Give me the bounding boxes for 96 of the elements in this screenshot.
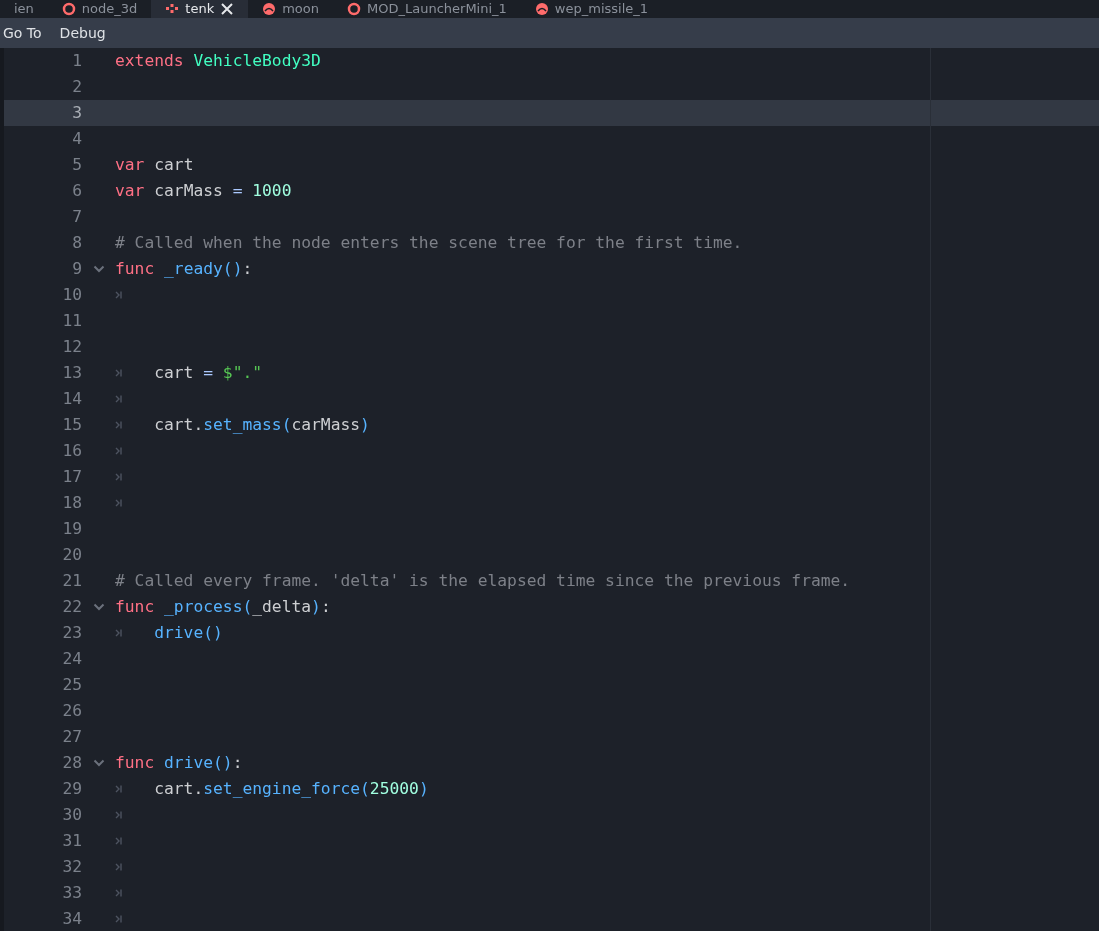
code-token: cart xyxy=(153,153,194,176)
line-number: 3 xyxy=(71,101,82,124)
line-number: 24 xyxy=(61,647,82,670)
code-token: : xyxy=(232,751,243,774)
line-number: 31 xyxy=(61,829,82,852)
code-token: VehicleBody3D xyxy=(192,49,321,72)
code-token: cart. xyxy=(154,413,204,436)
code-token: func xyxy=(115,751,155,774)
line-number: 10 xyxy=(61,283,82,306)
code-token: carMass xyxy=(153,179,223,202)
line-number: 2 xyxy=(71,75,82,98)
code-token: func xyxy=(115,595,155,618)
code-token: var xyxy=(115,179,145,202)
code-token: carMass xyxy=(291,413,361,436)
tab-indent-icon xyxy=(115,290,125,300)
tab-indent-icon xyxy=(115,394,125,404)
code-token: # Called when the node enters the scene tree for the first time. xyxy=(115,231,743,254)
tab-indent-icon xyxy=(115,472,125,482)
code-token: $"." xyxy=(221,361,263,384)
line-number: 7 xyxy=(71,205,82,228)
tab-indent-icon xyxy=(115,446,125,456)
code-token: : xyxy=(242,257,253,280)
editor-tab[interactable]: tenk xyxy=(151,0,249,18)
line-number: 8 xyxy=(71,231,82,254)
code-token: func xyxy=(115,257,155,280)
line-number: 25 xyxy=(61,673,82,696)
line-number: 15 xyxy=(61,413,82,436)
editor-tab[interactable]: node_3d xyxy=(47,0,152,18)
line-number: 14 xyxy=(61,387,82,410)
line-number: 21 xyxy=(61,569,82,592)
line-number: 4 xyxy=(71,127,82,150)
tab-indent-icon xyxy=(115,914,125,924)
code-token: () xyxy=(213,751,233,774)
tab-indent-icon xyxy=(115,498,125,508)
line-number: 1 xyxy=(71,49,82,72)
code-token: = xyxy=(231,179,243,202)
line-number: 20 xyxy=(61,543,82,566)
line-number: 23 xyxy=(61,621,82,644)
menu-item[interactable]: Go To xyxy=(0,22,51,44)
code-token: var xyxy=(115,153,145,176)
tab-indent-icon xyxy=(115,836,125,846)
editor-tab[interactable]: ien xyxy=(0,0,48,18)
code-token: 1000 xyxy=(251,179,292,202)
line-number: 5 xyxy=(71,153,82,176)
code-token: _process xyxy=(163,595,243,618)
circle-icon xyxy=(347,2,361,16)
code-token: : xyxy=(320,595,331,618)
code-token: set_engine_force( xyxy=(203,777,370,800)
line-number: 34 xyxy=(61,907,82,930)
line-number: 13 xyxy=(61,361,82,384)
line-number: 12 xyxy=(61,335,82,358)
tab-indent-icon xyxy=(115,368,125,378)
editor-tab[interactable]: wep_missile_1 xyxy=(520,0,663,18)
line-number: 30 xyxy=(61,803,82,826)
code-token: # Called every frame. 'delta' is the elapsed time since the previous frame. xyxy=(115,569,851,592)
menu-item[interactable]: Debug xyxy=(50,22,115,44)
code-token: drive() xyxy=(154,621,223,644)
line-number: 32 xyxy=(61,855,82,878)
code-token: cart. xyxy=(154,777,204,800)
close-icon xyxy=(220,2,235,16)
editor-tab[interactable]: MOD_LauncherMini_1 xyxy=(333,0,521,18)
line-number: 6 xyxy=(71,179,82,202)
tab-indent-icon xyxy=(115,784,125,794)
code-token: extends xyxy=(115,49,184,72)
line-number: 17 xyxy=(61,465,82,488)
code-token: drive xyxy=(163,751,214,774)
line-number: 28 xyxy=(61,751,82,774)
code-token: () xyxy=(222,257,243,280)
editor-tab[interactable]: moon xyxy=(248,0,333,18)
tab-indent-icon xyxy=(115,888,125,898)
code-token: _ready xyxy=(163,257,223,280)
line-number: 29 xyxy=(61,777,82,800)
code-token: ) xyxy=(311,595,321,618)
tab-indent-icon xyxy=(115,862,125,872)
circle-icon xyxy=(61,2,76,16)
line-number: 19 xyxy=(61,517,82,540)
line-number: 26 xyxy=(61,699,82,722)
line-number: 9 xyxy=(71,257,82,280)
code-token: 25000 xyxy=(369,777,419,800)
code-token: _delta xyxy=(252,595,312,618)
code-token: set_mass( xyxy=(203,413,292,436)
line-number: 27 xyxy=(61,725,82,748)
code-token: = xyxy=(202,361,214,384)
tab-indent-icon xyxy=(115,420,125,430)
code-token: ( xyxy=(242,595,253,618)
tab-indent-icon xyxy=(115,810,125,820)
line-number: 18 xyxy=(61,491,82,514)
line-number: 16 xyxy=(61,439,82,462)
dots-icon xyxy=(165,2,180,16)
line-number: 33 xyxy=(61,881,82,904)
line-number: 11 xyxy=(61,309,82,332)
code-token: ) xyxy=(360,413,370,436)
code-token: ) xyxy=(418,777,429,800)
code-token: cart xyxy=(154,361,194,384)
line-number: 22 xyxy=(61,595,82,618)
tab-indent-icon xyxy=(115,628,125,638)
